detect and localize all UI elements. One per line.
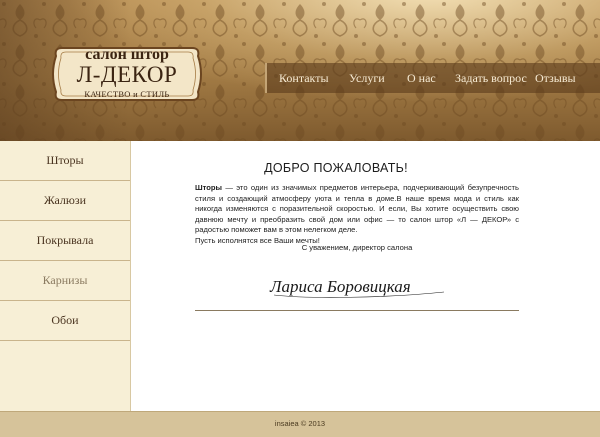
nav-about[interactable]: О нас bbox=[407, 71, 436, 86]
nav-services[interactable]: Услуги bbox=[349, 71, 385, 86]
intro-paragraph: Шторы — это один из значимых предметов и… bbox=[195, 183, 519, 246]
logo-name: Л-ДЕКОР bbox=[76, 62, 178, 87]
content-divider bbox=[195, 310, 519, 311]
nav-contacts[interactable]: Контакты bbox=[279, 71, 329, 86]
sidebar-item-curtains[interactable]: Шторы bbox=[0, 141, 130, 181]
intro-text: — это один из значимых предметов интерье… bbox=[195, 183, 519, 234]
regards-text: С уважением, директор салона bbox=[301, 243, 413, 252]
logo-tagline: КАЧЕСТВО и СТИЛЬ bbox=[84, 89, 170, 99]
main-content: ДОБРО ПОЖАЛОВАТЬ! Шторы — это один из зн… bbox=[131, 141, 600, 411]
sidebar-item-bedspreads[interactable]: Покрывала bbox=[0, 221, 130, 261]
signature: Лариса Боровицкая bbox=[269, 277, 445, 298]
nav-ask-question[interactable]: Задать вопрос bbox=[455, 71, 527, 86]
sidebar-item-blinds[interactable]: Жалюзи bbox=[0, 181, 130, 221]
sidebar-item-wallpaper[interactable]: Обои bbox=[0, 301, 130, 341]
copyright: insaiea © 2013 bbox=[274, 419, 326, 428]
logo[interactable]: салон штор Л-ДЕКОР КАЧЕСТВО и СТИЛЬ bbox=[52, 42, 202, 106]
header-banner: салон штор Л-ДЕКОР КАЧЕСТВО и СТИЛЬ Конт… bbox=[0, 0, 600, 141]
sidebar: Шторы Жалюзи Покрывала Карнизы Обои bbox=[0, 141, 131, 411]
page-title: ДОБРО ПОЖАЛОВАТЬ! bbox=[264, 161, 408, 175]
intro-bold: Шторы bbox=[195, 183, 223, 192]
main-nav: Контакты Услуги О нас Задать вопрос Отзы… bbox=[265, 63, 600, 93]
footer: insaiea © 2013 bbox=[0, 411, 600, 437]
sidebar-item-cornices[interactable]: Карнизы bbox=[0, 261, 130, 301]
signature-text: Лариса Боровицкая bbox=[269, 277, 411, 296]
nav-reviews[interactable]: Отзывы bbox=[535, 71, 576, 86]
